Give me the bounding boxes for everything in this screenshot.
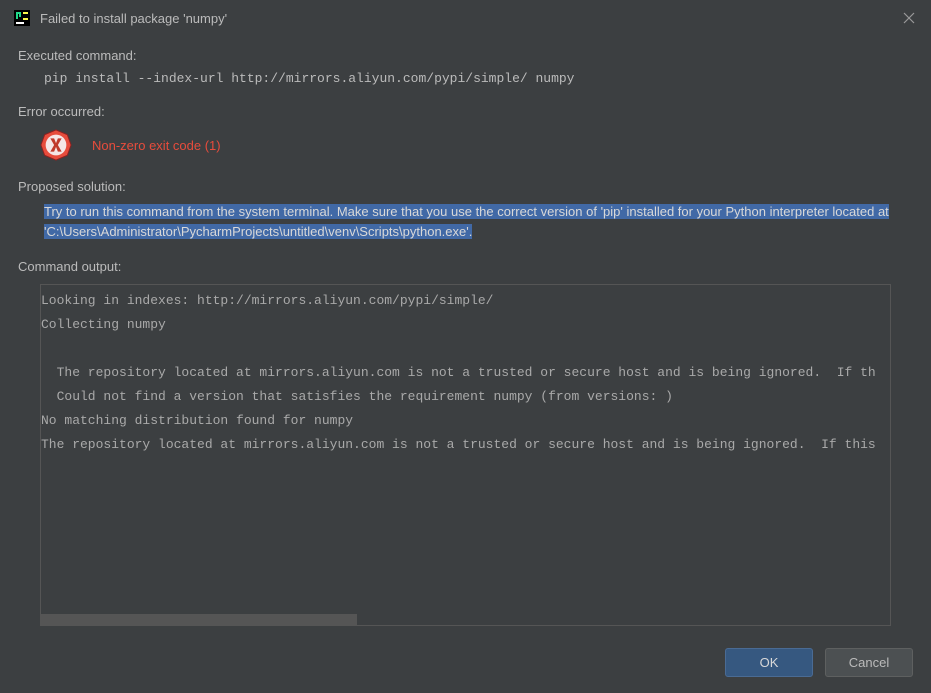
command-output-box[interactable]: Looking in indexes: http://mirrors.aliyu… [40, 284, 891, 626]
dialog-content: Executed command: pip install --index-ur… [0, 48, 931, 626]
proposed-solution-label: Proposed solution: [18, 179, 913, 194]
pycharm-icon [14, 10, 30, 26]
error-occurred-label: Error occurred: [18, 104, 913, 119]
horizontal-scrollbar[interactable] [41, 614, 890, 625]
solution-text-container: Try to run this command from the system … [44, 202, 895, 241]
close-button[interactable] [901, 10, 917, 26]
scrollbar-thumb[interactable] [41, 614, 357, 625]
error-row: Non-zero exit code (1) [18, 129, 913, 161]
ok-button[interactable]: OK [725, 648, 813, 677]
solution-text[interactable]: Try to run this command from the system … [44, 204, 889, 239]
command-output-content: Looking in indexes: http://mirrors.aliyu… [41, 285, 890, 461]
executed-command-label: Executed command: [18, 48, 913, 63]
executed-command-text: pip install --index-url http://mirrors.a… [18, 71, 913, 86]
dialog-title: Failed to install package 'numpy' [40, 11, 227, 26]
error-message: Non-zero exit code (1) [92, 138, 221, 153]
close-icon [903, 12, 915, 24]
error-icon [40, 129, 72, 161]
titlebar: Failed to install package 'numpy' [0, 0, 931, 36]
cancel-button[interactable]: Cancel [825, 648, 913, 677]
button-row: OK Cancel [725, 648, 913, 677]
command-output-label: Command output: [18, 259, 913, 274]
